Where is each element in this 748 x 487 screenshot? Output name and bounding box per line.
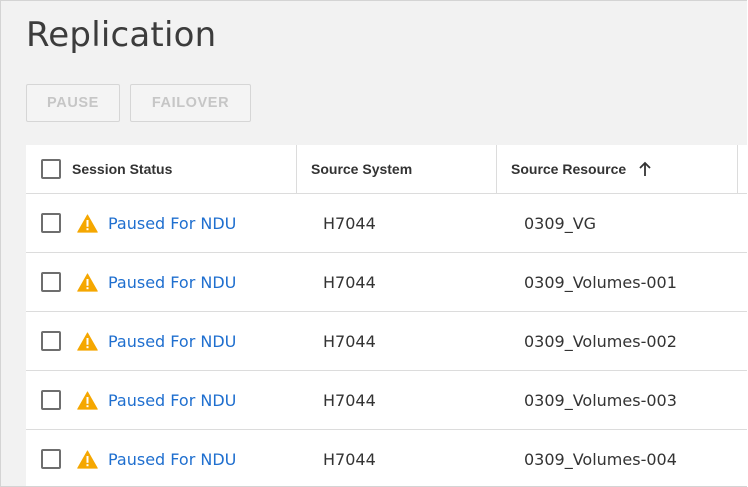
- table-row[interactable]: Paused For NDU H7044 0309_Volumes-001: [26, 253, 747, 312]
- session-status-cell: Paused For NDU: [41, 312, 236, 370]
- session-status-link[interactable]: Paused For NDU: [108, 391, 236, 410]
- warning-icon: [77, 449, 98, 469]
- source-resource-cell: 0309_Volumes-003: [524, 390, 677, 410]
- source-system-cell: H7044: [323, 213, 376, 233]
- session-status-cell: Paused For NDU: [41, 371, 236, 429]
- column-header-label: Source Resource: [511, 161, 627, 177]
- row-checkbox[interactable]: [41, 272, 61, 292]
- source-resource-cell: 0309_VG: [524, 213, 597, 233]
- column-header-source-resource[interactable]: Source Resource: [497, 145, 738, 193]
- session-status-link[interactable]: Paused For NDU: [108, 450, 236, 469]
- source-system-cell: H7044: [323, 449, 376, 469]
- source-resource-cell: 0309_Volumes-002: [524, 331, 677, 351]
- pause-button[interactable]: PAUSE: [26, 84, 120, 122]
- replication-table: Session Status Source System Source Reso…: [26, 145, 747, 486]
- warning-icon: [77, 272, 98, 292]
- row-checkbox[interactable]: [41, 331, 61, 351]
- table-row[interactable]: Paused For NDU H7044 0309_Volumes-002: [26, 312, 747, 371]
- row-checkbox[interactable]: [41, 390, 61, 410]
- column-header-label: Session Status: [72, 161, 173, 177]
- source-resource-cell: 0309_Volumes-004: [524, 449, 677, 469]
- page-title: Replication: [26, 15, 217, 55]
- table-row[interactable]: Paused For NDU H7044 0309_Volumes-004: [26, 430, 747, 486]
- arrow-up-icon[interactable]: [638, 161, 652, 177]
- column-header-source-system[interactable]: Source System: [297, 145, 497, 193]
- table-row[interactable]: Paused For NDU H7044 0309_Volumes-003: [26, 371, 747, 430]
- table-header: Session Status Source System Source Reso…: [26, 145, 747, 194]
- session-status-link[interactable]: Paused For NDU: [108, 273, 236, 292]
- warning-icon: [77, 331, 98, 351]
- session-status-cell: Paused For NDU: [41, 194, 236, 252]
- column-header-label: Source System: [311, 161, 413, 177]
- warning-icon: [77, 213, 98, 233]
- select-all-checkbox[interactable]: [41, 159, 61, 179]
- source-system-cell: H7044: [323, 331, 376, 351]
- session-status-link[interactable]: Paused For NDU: [108, 214, 236, 233]
- failover-button[interactable]: FAILOVER: [130, 84, 251, 122]
- row-checkbox[interactable]: [41, 449, 61, 469]
- column-header-session-status[interactable]: Session Status: [26, 145, 297, 193]
- source-resource-cell: 0309_Volumes-001: [524, 272, 677, 292]
- row-checkbox[interactable]: [41, 213, 61, 233]
- warning-icon: [77, 390, 98, 410]
- source-system-cell: H7044: [323, 272, 376, 292]
- table-body: Paused For NDU H7044 0309_VG Paused For …: [26, 194, 747, 486]
- session-status-cell: Paused For NDU: [41, 253, 236, 311]
- source-system-cell: H7044: [323, 390, 376, 410]
- session-status-link[interactable]: Paused For NDU: [108, 332, 236, 351]
- replication-panel: Replication PAUSE FAILOVER Session Statu…: [0, 0, 747, 487]
- session-status-cell: Paused For NDU: [41, 430, 236, 486]
- table-row[interactable]: Paused For NDU H7044 0309_VG: [26, 194, 747, 253]
